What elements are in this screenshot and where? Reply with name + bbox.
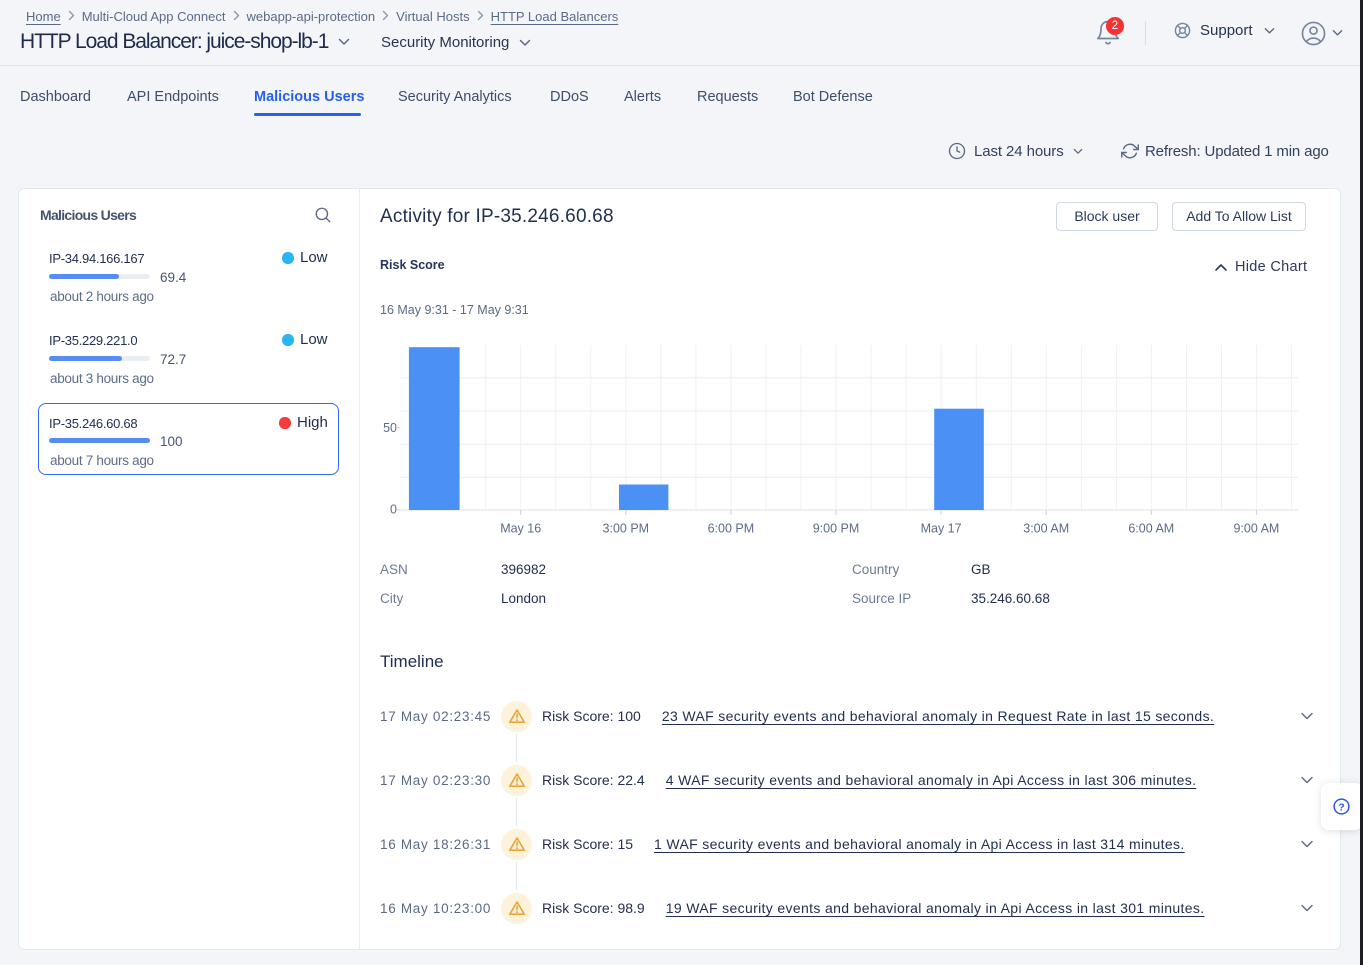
svg-text:50: 50 bbox=[383, 421, 397, 435]
svg-text:3:00 AM: 3:00 AM bbox=[1023, 522, 1069, 536]
svg-text:0: 0 bbox=[390, 503, 397, 517]
svg-text:?: ? bbox=[1338, 801, 1344, 813]
svg-text:6:00 AM: 6:00 AM bbox=[1128, 522, 1174, 536]
svg-text:9:00 PM: 9:00 PM bbox=[813, 522, 860, 536]
svg-text:May 16: May 16 bbox=[500, 522, 541, 536]
svg-text:6:00 PM: 6:00 PM bbox=[708, 522, 755, 536]
svg-text:3:00 PM: 3:00 PM bbox=[603, 522, 650, 536]
svg-text:May 17: May 17 bbox=[921, 522, 962, 536]
svg-text:9:00 AM: 9:00 AM bbox=[1233, 522, 1279, 536]
